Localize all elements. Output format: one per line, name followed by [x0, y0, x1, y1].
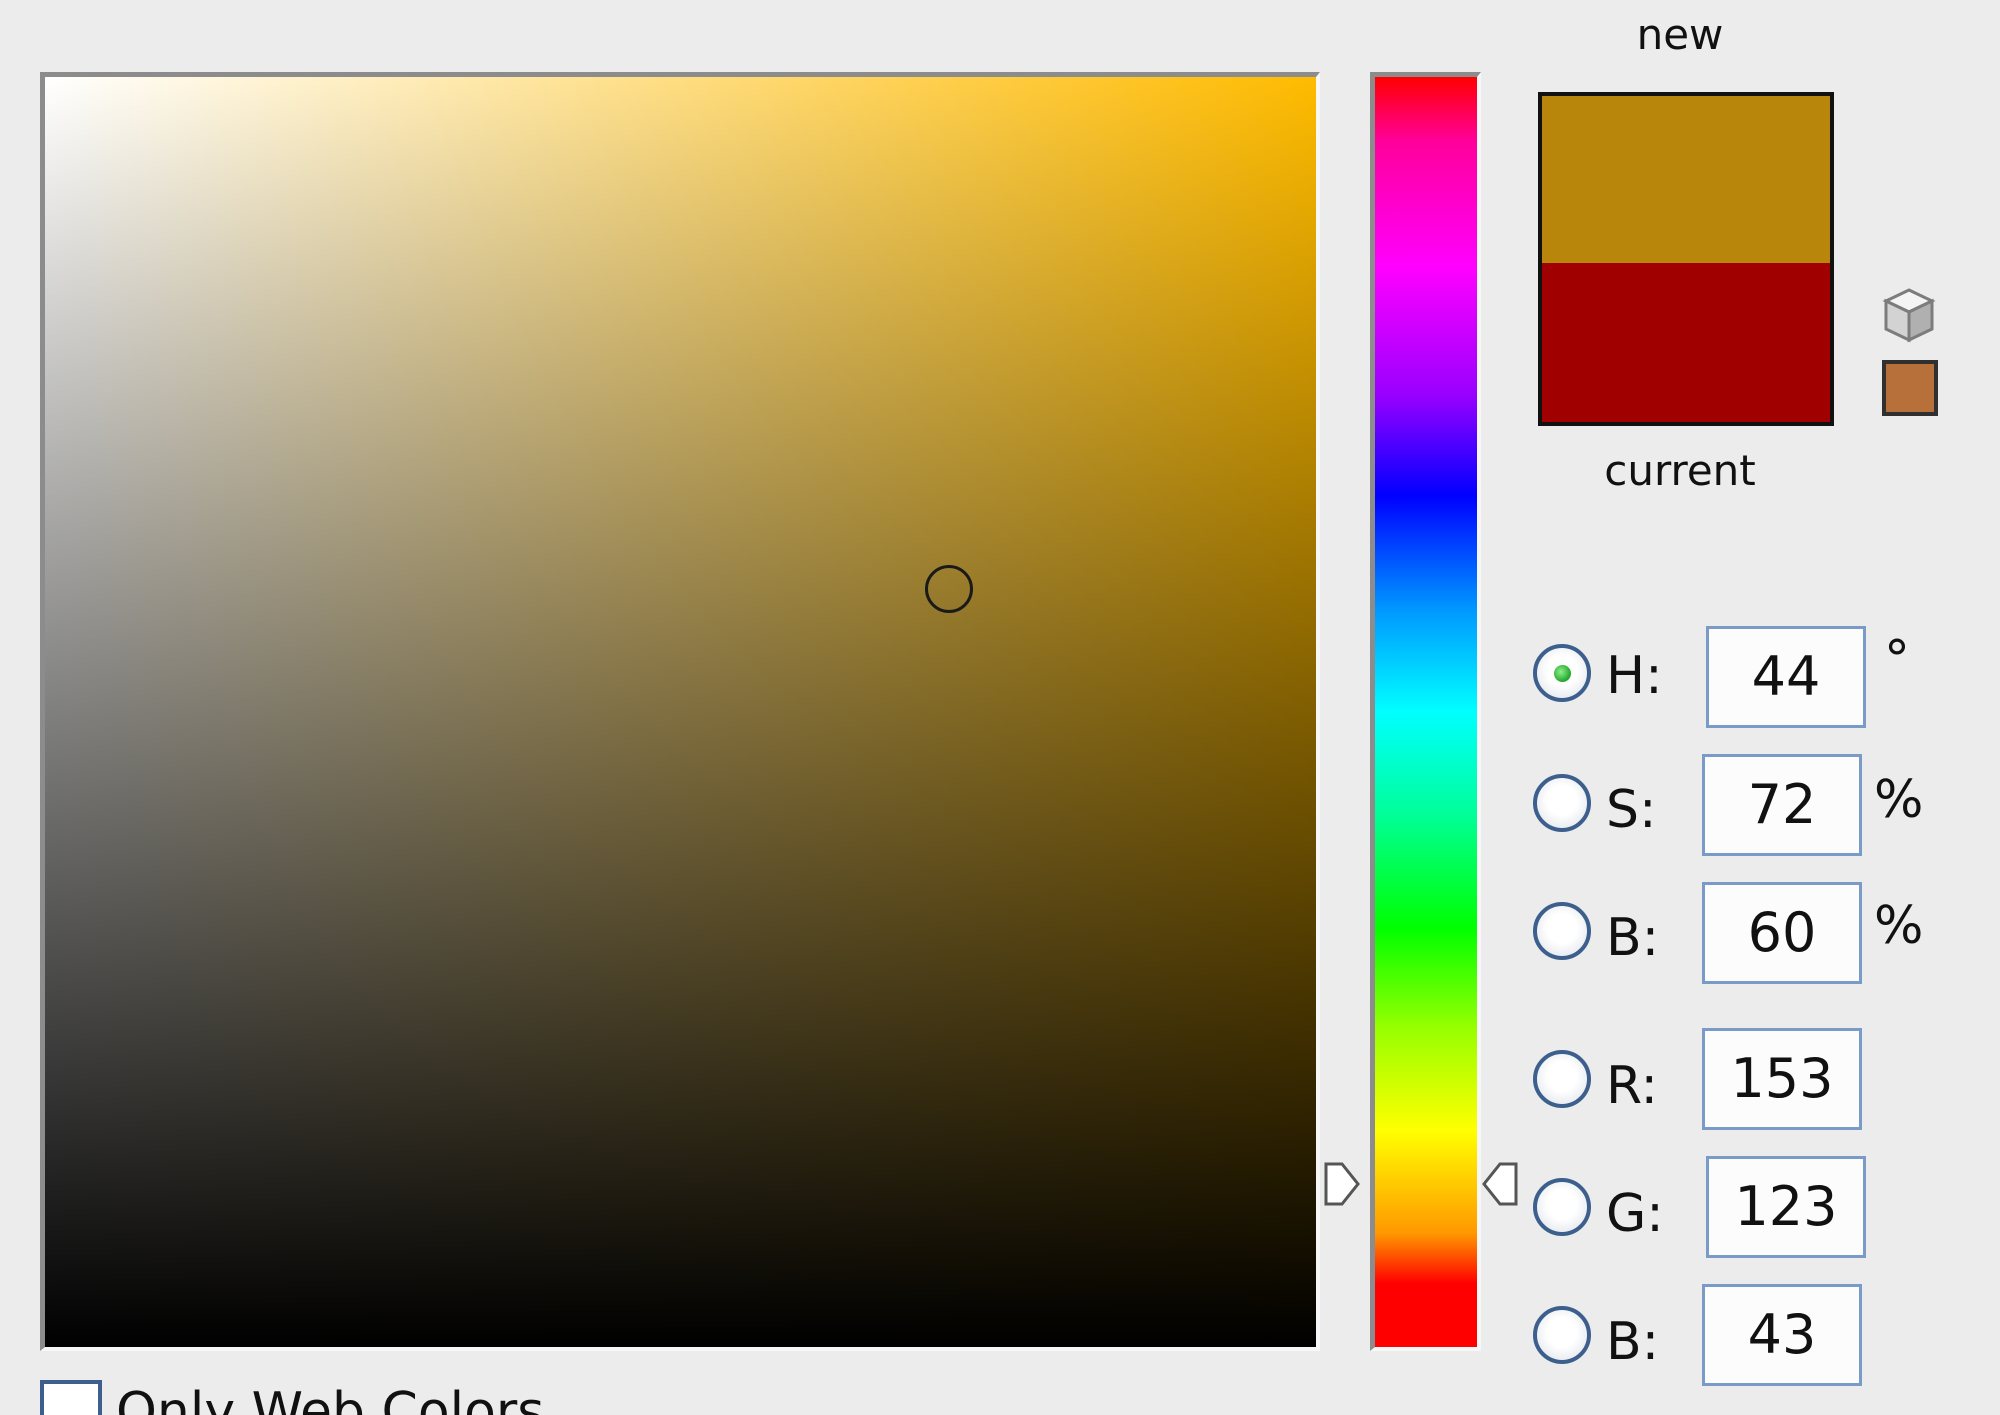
hue-slider-frame	[1370, 72, 1481, 1351]
hue-input[interactable]: 44	[1706, 626, 1866, 728]
saturation-field-row: S: 72 %	[1530, 754, 2000, 884]
saturation-radio[interactable]	[1533, 774, 1591, 832]
color-comparison-swatch	[1538, 92, 1834, 426]
red-field-row: R: 153	[1530, 1028, 2000, 1160]
only-web-colors-label: Only Web Colors	[116, 1382, 545, 1415]
brightness-radio[interactable]	[1533, 902, 1591, 960]
cube-icon[interactable]	[1880, 286, 1938, 344]
radio-selected-dot	[1554, 665, 1571, 682]
hue-slider-right-arrow-icon[interactable]	[1478, 1160, 1520, 1208]
blue-field-row: B: 43	[1530, 1284, 2000, 1415]
saturation-brightness-field[interactable]	[45, 77, 1316, 1347]
green-field-row: G: 123	[1530, 1156, 2000, 1288]
current-color-label: current	[1604, 446, 1756, 495]
red-input[interactable]: 153	[1702, 1028, 1862, 1130]
color-marker-icon[interactable]	[925, 565, 973, 613]
brightness-field-row: B: 60 %	[1530, 882, 2000, 1012]
red-radio[interactable]	[1533, 1050, 1591, 1108]
green-input[interactable]: 123	[1706, 1156, 1866, 1258]
red-label: R:	[1606, 1056, 1659, 1116]
blue-input[interactable]: 43	[1702, 1284, 1862, 1386]
green-label: G:	[1606, 1184, 1664, 1244]
hue-slider[interactable]	[1375, 77, 1477, 1347]
saturation-percent-unit: %	[1874, 770, 1924, 830]
brightness-label: B:	[1606, 908, 1660, 968]
hue-slider-left-arrow-icon[interactable]	[1322, 1160, 1364, 1208]
saturation-label: S:	[1606, 780, 1657, 840]
hue-label: H:	[1606, 646, 1663, 706]
blue-label: B:	[1606, 1312, 1660, 1372]
new-color-label: new	[1636, 10, 1724, 59]
blue-radio[interactable]	[1533, 1306, 1591, 1364]
websafe-color-swatch[interactable]	[1882, 360, 1938, 416]
saturation-brightness-field-frame	[40, 72, 1320, 1351]
green-radio[interactable]	[1533, 1178, 1591, 1236]
brightness-input[interactable]: 60	[1702, 882, 1862, 984]
hue-radio[interactable]	[1533, 644, 1591, 702]
degree-unit: °	[1884, 630, 1910, 690]
new-color-swatch	[1542, 96, 1830, 263]
current-color-swatch[interactable]	[1542, 263, 1830, 422]
hue-field-row: H: 44 °	[1530, 626, 2000, 750]
only-web-colors-checkbox[interactable]	[40, 1380, 102, 1415]
saturation-input[interactable]: 72	[1702, 754, 1862, 856]
brightness-percent-unit: %	[1874, 896, 1924, 956]
color-picker: new current H: 44 ° S: 72 % B: 60 % R: 1…	[0, 0, 2000, 1415]
